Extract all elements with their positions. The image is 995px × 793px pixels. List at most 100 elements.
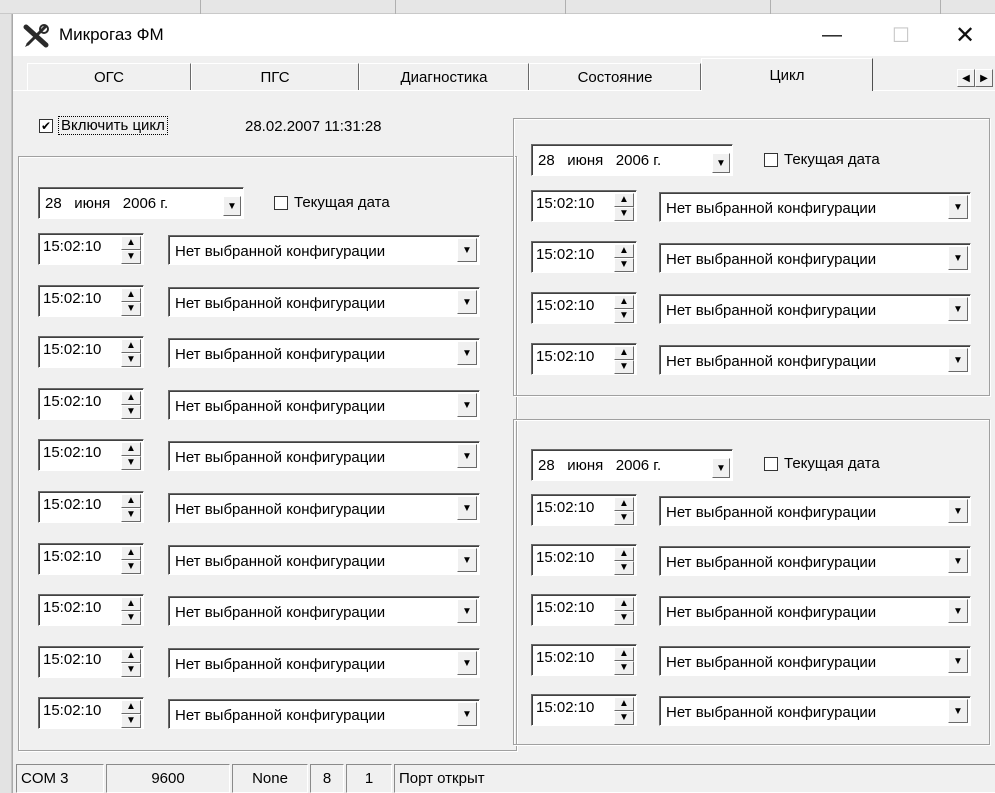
spin-up-icon[interactable]: ▲ <box>121 494 141 508</box>
tab-cycle[interactable]: Цикл <box>701 58 873 91</box>
configuration-dropdown[interactable]: Нет выбранной конфигурации ▼ <box>659 243 971 273</box>
time-spinner[interactable]: 15:02:10 ▲ ▼ <box>531 594 637 626</box>
spin-down-icon[interactable]: ▼ <box>614 561 634 575</box>
spin-down-icon[interactable]: ▼ <box>614 309 634 323</box>
configuration-dropdown[interactable]: Нет выбранной конфигурации ▼ <box>659 696 971 726</box>
spin-down-icon[interactable]: ▼ <box>121 508 141 522</box>
configuration-dropdown[interactable]: Нет выбранной конфигурации ▼ <box>168 235 480 265</box>
spin-down-icon[interactable]: ▼ <box>121 611 141 625</box>
spin-up-icon[interactable]: ▲ <box>121 339 141 353</box>
spin-down-icon[interactable]: ▼ <box>121 456 141 470</box>
chevron-down-icon[interactable]: ▼ <box>948 699 968 723</box>
spin-down-icon[interactable]: ▼ <box>121 714 141 728</box>
minimize-button[interactable]: — <box>809 14 855 56</box>
time-spinner[interactable]: 15:02:10 ▲ ▼ <box>38 336 144 368</box>
chevron-down-icon[interactable]: ▼ <box>712 458 730 478</box>
tab-scroll-left-icon[interactable]: ◀ <box>957 69 975 87</box>
configuration-dropdown[interactable]: Нет выбранной конфигурации ▼ <box>659 192 971 222</box>
time-spinner[interactable]: 15:02:10 ▲ ▼ <box>38 285 144 317</box>
chevron-down-icon[interactable]: ▼ <box>948 195 968 219</box>
chevron-down-icon[interactable]: ▼ <box>457 290 477 314</box>
chevron-down-icon[interactable]: ▼ <box>457 496 477 520</box>
configuration-dropdown[interactable]: Нет выбранной конфигурации ▼ <box>168 390 480 420</box>
spin-down-icon[interactable]: ▼ <box>121 663 141 677</box>
spin-up-icon[interactable]: ▲ <box>121 236 141 250</box>
chevron-down-icon[interactable]: ▼ <box>948 499 968 523</box>
group-left-current-date-checkbox[interactable]: Текущая дата <box>274 194 390 211</box>
time-spinner[interactable]: 15:02:10 ▲ ▼ <box>38 491 144 523</box>
spin-down-icon[interactable]: ▼ <box>121 405 141 419</box>
enable-cycle-checkbox[interactable]: ✔ Включить цикл <box>39 116 168 135</box>
spin-down-icon[interactable]: ▼ <box>121 302 141 316</box>
time-spinner[interactable]: 15:02:10 ▲ ▼ <box>38 543 144 575</box>
chevron-down-icon[interactable]: ▼ <box>948 649 968 673</box>
group-right-bottom-current-date-checkbox[interactable]: Текущая дата <box>764 455 880 472</box>
chevron-down-icon[interactable]: ▼ <box>457 238 477 262</box>
spin-down-icon[interactable]: ▼ <box>614 661 634 675</box>
time-spinner[interactable]: 15:02:10 ▲ ▼ <box>38 388 144 420</box>
spin-down-icon[interactable]: ▼ <box>614 511 634 525</box>
spin-up-icon[interactable]: ▲ <box>121 546 141 560</box>
tab-ogs[interactable]: ОГС <box>27 63 191 90</box>
spin-up-icon[interactable]: ▲ <box>614 697 634 711</box>
checkbox-box[interactable] <box>764 456 778 471</box>
spin-up-icon[interactable]: ▲ <box>121 288 141 302</box>
tab-diagnostics[interactable]: Диагностика <box>359 63 529 90</box>
spin-up-icon[interactable]: ▲ <box>121 442 141 456</box>
spin-up-icon[interactable]: ▲ <box>614 346 634 360</box>
time-spinner[interactable]: 15:02:10 ▲ ▼ <box>531 190 637 222</box>
time-spinner[interactable]: 15:02:10 ▲ ▼ <box>38 646 144 678</box>
time-spinner[interactable]: 15:02:10 ▲ ▼ <box>531 544 637 576</box>
spin-up-icon[interactable]: ▲ <box>121 649 141 663</box>
chevron-down-icon[interactable]: ▼ <box>948 599 968 623</box>
spin-down-icon[interactable]: ▼ <box>614 360 634 374</box>
checkbox-box[interactable] <box>764 152 778 167</box>
maximize-button[interactable]: ☐ <box>878 14 924 56</box>
chevron-down-icon[interactable]: ▼ <box>457 599 477 623</box>
configuration-dropdown[interactable]: Нет выбранной конфигурации ▼ <box>168 441 480 471</box>
spin-up-icon[interactable]: ▲ <box>614 647 634 661</box>
chevron-down-icon[interactable]: ▼ <box>457 341 477 365</box>
configuration-dropdown[interactable]: Нет выбранной конфигурации ▼ <box>659 546 971 576</box>
group-left-date-picker[interactable]: 28 июня 2006 г. ▼ <box>38 187 244 219</box>
chevron-down-icon[interactable]: ▼ <box>457 651 477 675</box>
configuration-dropdown[interactable]: Нет выбранной конфигурации ▼ <box>168 545 480 575</box>
chevron-down-icon[interactable]: ▼ <box>457 393 477 417</box>
time-spinner[interactable]: 15:02:10 ▲ ▼ <box>531 292 637 324</box>
configuration-dropdown[interactable]: Нет выбранной конфигурации ▼ <box>168 699 480 729</box>
tab-scroll-right-icon[interactable]: ▶ <box>975 69 993 87</box>
configuration-dropdown[interactable]: Нет выбранной конфигурации ▼ <box>168 493 480 523</box>
spin-up-icon[interactable]: ▲ <box>121 700 141 714</box>
spin-up-icon[interactable]: ▲ <box>614 295 634 309</box>
configuration-dropdown[interactable]: Нет выбранной конфигурации ▼ <box>659 496 971 526</box>
configuration-dropdown[interactable]: Нет выбранной конфигурации ▼ <box>659 596 971 626</box>
spin-up-icon[interactable]: ▲ <box>614 547 634 561</box>
time-spinner[interactable]: 15:02:10 ▲ ▼ <box>531 343 637 375</box>
chevron-down-icon[interactable]: ▼ <box>457 702 477 726</box>
chevron-down-icon[interactable]: ▼ <box>712 153 730 173</box>
time-spinner[interactable]: 15:02:10 ▲ ▼ <box>531 494 637 526</box>
configuration-dropdown[interactable]: Нет выбранной конфигурации ▼ <box>168 338 480 368</box>
spin-down-icon[interactable]: ▼ <box>614 711 634 725</box>
chevron-down-icon[interactable]: ▼ <box>948 246 968 270</box>
check-icon[interactable]: ✔ <box>39 118 53 133</box>
spin-up-icon[interactable]: ▲ <box>121 391 141 405</box>
close-button[interactable]: ✕ <box>942 14 988 56</box>
spin-down-icon[interactable]: ▼ <box>121 353 141 367</box>
time-spinner[interactable]: 15:02:10 ▲ ▼ <box>38 697 144 729</box>
configuration-dropdown[interactable]: Нет выбранной конфигурации ▼ <box>659 345 971 375</box>
time-spinner[interactable]: 15:02:10 ▲ ▼ <box>38 594 144 626</box>
spin-up-icon[interactable]: ▲ <box>614 497 634 511</box>
time-spinner[interactable]: 15:02:10 ▲ ▼ <box>38 439 144 471</box>
spin-up-icon[interactable]: ▲ <box>121 597 141 611</box>
spin-down-icon[interactable]: ▼ <box>121 560 141 574</box>
tab-pgs[interactable]: ПГС <box>191 63 359 90</box>
spin-down-icon[interactable]: ▼ <box>614 207 634 221</box>
spin-down-icon[interactable]: ▼ <box>614 611 634 625</box>
chevron-down-icon[interactable]: ▼ <box>948 549 968 573</box>
spin-up-icon[interactable]: ▲ <box>614 193 634 207</box>
spin-up-icon[interactable]: ▲ <box>614 244 634 258</box>
chevron-down-icon[interactable]: ▼ <box>457 548 477 572</box>
checkbox-box[interactable] <box>274 195 288 210</box>
time-spinner[interactable]: 15:02:10 ▲ ▼ <box>531 694 637 726</box>
